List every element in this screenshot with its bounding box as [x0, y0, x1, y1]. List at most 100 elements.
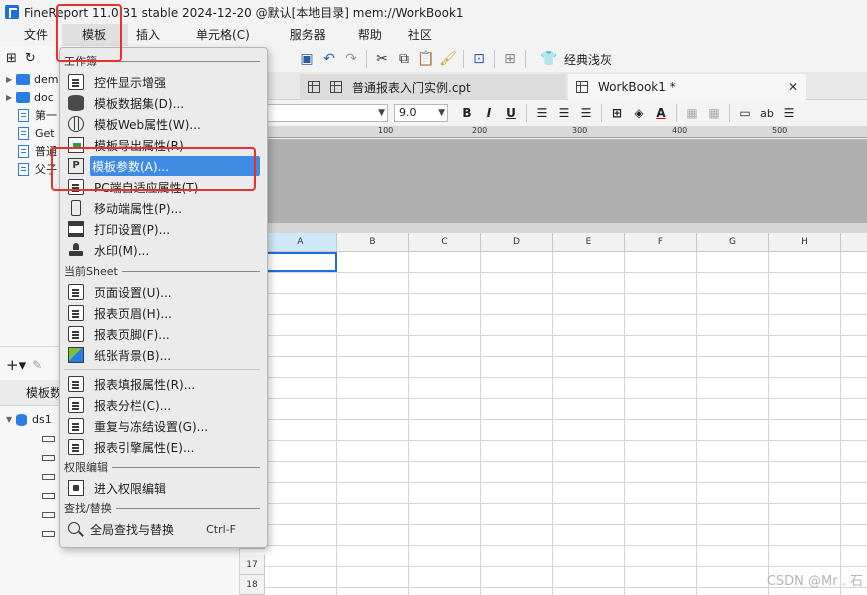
parameter-pane[interactable] — [240, 139, 867, 223]
redo-icon[interactable]: ↷ — [340, 48, 362, 70]
selected-cell-a1[interactable] — [265, 252, 337, 272]
unmerge-cells-icon[interactable]: ▦ — [703, 106, 725, 120]
column-header[interactable]: F — [625, 233, 697, 252]
expand-arrow-icon[interactable]: ▶ — [6, 75, 16, 84]
menu-item-report-header[interactable]: 报表页眉(H)... — [64, 303, 260, 323]
menu-item-paper-background[interactable]: 纸张背景(B)... — [64, 345, 260, 365]
menu-item-label: 报表页脚(F)... — [94, 327, 170, 342]
menu-item-template-dataset[interactable]: 模板数据集(D)... — [64, 93, 260, 113]
page-setup-icon — [68, 284, 84, 300]
tab-label: WorkBook1 * — [598, 80, 676, 94]
italic-icon[interactable]: I — [478, 106, 500, 120]
align-center-icon[interactable]: ☰ — [553, 106, 575, 120]
menu-help[interactable]: 帮助 — [346, 24, 394, 46]
globe-icon — [68, 116, 84, 132]
menu-item-label: 页面设置(U)... — [94, 285, 172, 300]
menu-item-print-settings[interactable]: 打印设置(P)... — [64, 219, 260, 239]
menu-community[interactable]: 社区 — [394, 24, 446, 46]
menu-insert[interactable]: 插入 — [128, 24, 176, 46]
paste-icon[interactable]: 📋 — [415, 48, 437, 70]
new-folder-icon[interactable]: ⊞ — [6, 51, 17, 66]
search-template-icon[interactable]: ⊞ — [499, 48, 521, 70]
border-icon[interactable]: ⊞ — [606, 106, 628, 120]
menu-item-watermark[interactable]: 水印(M)... — [64, 240, 260, 260]
collapse-arrow-icon[interactable]: ▼ — [6, 415, 16, 424]
document-tab-bar: 普通报表入门实例.cpt WorkBook1 * ✕ — [240, 72, 867, 100]
menu-item-mobile-attributes[interactable]: 移动端属性(P)... — [64, 198, 260, 218]
field-icon — [42, 492, 55, 499]
permission-icon — [68, 480, 84, 496]
cut-icon[interactable]: ✂ — [371, 48, 393, 70]
expand-arrow-icon[interactable]: ▶ — [6, 93, 16, 102]
merge-cells-icon[interactable]: ▦ — [681, 106, 703, 120]
align-left-icon[interactable]: ☰ — [531, 106, 553, 120]
theme-shirt-icon[interactable]: 👕 — [538, 48, 560, 70]
menu-item-report-footer[interactable]: 报表页脚(F)... — [64, 324, 260, 344]
fill-color-icon[interactable]: ◈ — [628, 106, 650, 120]
preview-icon[interactable]: ⊡ — [468, 48, 490, 70]
column-header[interactable]: H — [769, 233, 841, 252]
folder-icon — [16, 73, 30, 85]
bold-icon[interactable]: B — [456, 106, 478, 120]
field-icon — [42, 511, 55, 518]
copy-icon[interactable]: ⧉ — [393, 48, 415, 70]
add-dataset-icon[interactable]: +▾ — [6, 356, 26, 374]
column-header[interactable]: G — [697, 233, 769, 252]
wrap-icon[interactable]: ▭ — [734, 106, 756, 120]
image-icon — [68, 347, 84, 363]
justify-icon[interactable]: ☰ — [778, 106, 800, 120]
menu-item-enter-permission-edit[interactable]: 进入权限编辑 — [64, 478, 260, 498]
column-header[interactable]: D — [481, 233, 553, 252]
menu-item-label: 纸张背景(B)... — [94, 348, 172, 363]
underline-icon[interactable]: U — [500, 106, 522, 120]
theme-label[interactable]: 经典浅灰 — [564, 51, 612, 68]
menu-item-global-find-replace[interactable]: 全局查找与替换 Ctrl-F — [64, 519, 260, 539]
menu-item-widget-display[interactable]: 控件显示增强 — [64, 72, 260, 92]
dataset-name: ds1 — [32, 413, 52, 426]
row-header[interactable]: 18 — [240, 575, 265, 595]
menu-server[interactable]: 服务器 — [270, 24, 346, 46]
align-right-icon[interactable]: ☰ — [575, 106, 597, 120]
menu-item-fill-attributes[interactable]: 报表填报属性(R)... — [64, 374, 260, 394]
refresh-icon[interactable]: ↻ — [25, 51, 36, 66]
column-header[interactable]: E — [553, 233, 625, 252]
row-header[interactable]: 17 — [240, 555, 265, 575]
edit-icon[interactable]: ✎ — [32, 358, 42, 372]
column-header[interactable] — [841, 233, 867, 252]
close-icon[interactable]: ✕ — [788, 80, 798, 94]
tab-workbook1[interactable]: WorkBook1 * ✕ — [568, 74, 806, 100]
database-icon — [68, 95, 84, 111]
report-icon — [330, 81, 342, 93]
menu-item-page-setup[interactable]: 页面设置(U)... — [64, 282, 260, 302]
font-size-value: 9.0 — [399, 106, 417, 119]
mobile-icon — [71, 200, 81, 216]
pane-divider[interactable] — [240, 223, 867, 233]
save-icon[interactable]: ▣ — [296, 48, 318, 70]
font-size-select[interactable]: 9.0 ▼ — [394, 104, 448, 122]
cell-grid[interactable] — [265, 252, 867, 595]
text-ab-icon[interactable]: ab — [756, 107, 778, 120]
column-header[interactable]: C — [409, 233, 481, 252]
undo-icon[interactable]: ↶ — [318, 48, 340, 70]
menu-file[interactable]: 文件 — [0, 24, 62, 46]
menu-item-engine-attributes[interactable]: 报表引擎属性(E)... — [64, 437, 260, 457]
tree-item-label: 第一 — [35, 109, 57, 122]
spreadsheet-grid[interactable]: A B C D E F G H 16 17 18 CSDN @Mr . 石 — [240, 233, 867, 595]
field-icon — [42, 530, 55, 537]
file-icon — [18, 126, 29, 140]
menu-cell[interactable]: 单元格(C) — [176, 24, 270, 46]
printer-icon — [68, 221, 84, 237]
menu-item-label: 移动端属性(P)... — [94, 201, 183, 216]
column-header[interactable]: B — [337, 233, 409, 252]
menu-item-report-columns[interactable]: 报表分栏(C)... — [64, 395, 260, 415]
menu-item-repeat-freeze[interactable]: 重复与冻结设置(G)... — [64, 416, 260, 436]
menu-item-web-attributes[interactable]: 模板Web属性(W)... — [64, 114, 260, 134]
ruler-mark: 400 — [672, 126, 688, 135]
format-toolbar: 本 ▼ 9.0 ▼ B I U ☰ ☰ ☰ ⊞ ◈ A ▦ ▦ ▭ ab ☰ — [240, 101, 867, 125]
tab-tutorial-report[interactable]: 普通报表入门实例.cpt — [300, 74, 566, 100]
format-painter-icon[interactable]: 🖌 — [437, 48, 459, 70]
folder-icon — [16, 91, 30, 103]
font-color-icon[interactable]: A — [650, 106, 672, 120]
column-header[interactable]: A — [265, 233, 337, 252]
footer-icon — [68, 326, 84, 342]
